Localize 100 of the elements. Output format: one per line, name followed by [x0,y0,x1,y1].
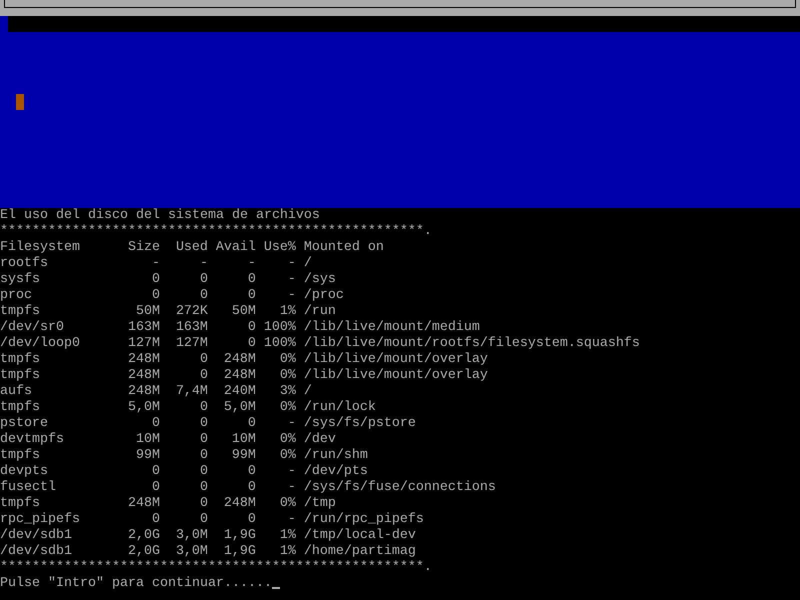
table-cell: /run/shm [304,448,368,463]
table-cell: 10M [232,432,256,447]
table-cell: - [288,512,296,527]
table-cell: 1,9G [224,544,256,559]
table-cell: 0 [200,448,208,463]
table-cell: 163M [176,320,208,335]
table-cell: proc [0,288,32,303]
column-header: Mounted on [304,240,384,255]
table-cell: 0 [152,416,160,431]
table-cell: 0 [152,288,160,303]
table-cell: 0 [200,352,208,367]
table-cell: 100% [264,336,296,351]
column-header: Filesystem [0,240,80,255]
table-cell: 50M [232,304,256,319]
table-cell: 1% [280,304,296,319]
table-cell: - [288,256,296,271]
table-cell: - [288,288,296,303]
table-cell: /proc [304,288,344,303]
table-cell: 0 [248,416,256,431]
table-cell: 50M [136,304,160,319]
table-cell: pstore [0,416,48,431]
table-cell: - [248,256,256,271]
table-cell: 100% [264,320,296,335]
table-cell: 0 [200,480,208,495]
table-cell: 3,0M [176,528,208,543]
table-cell: /dev [304,432,336,447]
table-cell: 0 [200,432,208,447]
table-cell: 0% [280,352,296,367]
table-cell: 0 [248,288,256,303]
table-cell: /tmp [304,496,336,511]
table-cell: /sys/fs/pstore [304,416,416,431]
table-cell: 1% [280,544,296,559]
table-cell: rootfs [0,256,48,271]
table-cell: 99M [232,448,256,463]
table-cell: 240M [224,384,256,399]
column-header: Avail [216,240,256,255]
table-cell: 5,0M [128,400,160,415]
table-cell: / [304,384,312,399]
table-cell: 0 [248,464,256,479]
table-cell: /dev/loop0 [0,336,80,351]
table-cell: 0% [280,400,296,415]
table-cell: 0 [200,496,208,511]
table-cell: tmpfs [0,448,40,463]
separator-line: *****************************************************. [0,560,432,575]
table-cell: 248M [128,368,160,383]
table-cell: tmpfs [0,368,40,383]
table-cell: /sys/fs/fuse/connections [304,480,496,495]
table-cell: rpc_pipefs [0,512,80,527]
table-cell: 0 [200,464,208,479]
table-cell: 0 [152,480,160,495]
table-cell: /tmp/local-dev [304,528,416,543]
table-cell: - [152,256,160,271]
table-cell: 2,0G [128,528,160,543]
table-cell: - [200,256,208,271]
table-cell: /sys [304,272,336,287]
table-cell: 3% [280,384,296,399]
table-cell: 99M [136,448,160,463]
table-cell: tmpfs [0,304,40,319]
table-cell: 0 [248,336,256,351]
table-cell: 0 [152,272,160,287]
table-cell: 248M [224,352,256,367]
table-cell: /dev/sdb1 [0,528,72,543]
table-cell: 7,4M [176,384,208,399]
table-cell: tmpfs [0,352,40,367]
table-cell: devpts [0,464,48,479]
table-cell: 10M [136,432,160,447]
table-cell: 0 [248,272,256,287]
table-cell: 0 [200,512,208,527]
table-cell: - [288,480,296,495]
table-cell: /dev/pts [304,464,368,479]
table-cell: /dev/sdb1 [0,544,72,559]
table-cell: 0 [200,400,208,415]
table-cell: devtmpfs [0,432,64,447]
table-cell: /run/lock [304,400,376,415]
text-cursor [16,94,24,110]
table-cell: /lib/live/mount/overlay [304,368,488,383]
text-cursor [272,587,280,589]
table-cell: 2,0G [128,544,160,559]
table-cell: /lib/live/mount/rootfs/filesystem.squashfs [304,336,640,351]
table-cell: 248M [128,352,160,367]
table-cell: aufs [0,384,32,399]
table-cell: 0% [280,496,296,511]
table-cell: 5,0M [224,400,256,415]
table-cell: 0 [152,464,160,479]
table-cell: 1,9G [224,528,256,543]
table-cell: 0 [248,480,256,495]
column-header: Size [128,240,160,255]
table-cell: 0 [248,512,256,527]
table-cell: tmpfs [0,496,40,511]
table-cell: tmpfs [0,400,40,415]
table-cell: 1% [280,528,296,543]
column-header: Use% [264,240,296,255]
table-cell: 0 [248,320,256,335]
report-title: El uso del disco del sistema de archivos [0,208,320,223]
table-cell: / [304,256,312,271]
table-cell: - [288,464,296,479]
table-cell: 248M [224,368,256,383]
table-cell: - [288,272,296,287]
table-cell: 127M [176,336,208,351]
table-cell: /dev/sr0 [0,320,64,335]
